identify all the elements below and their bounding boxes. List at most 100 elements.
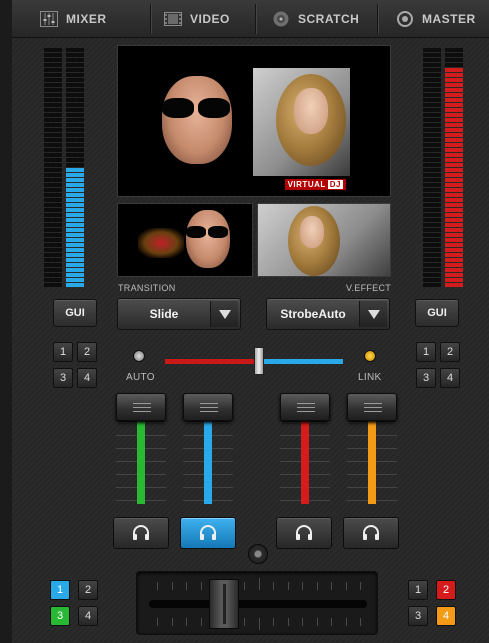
crossfader-tick: [316, 582, 318, 590]
tab-scratch[interactable]: SCRATCH: [272, 6, 359, 32]
bottom-deck-left-4[interactable]: 4: [78, 606, 98, 626]
headphone-cue-button-2[interactable]: [180, 517, 236, 549]
crossfader-handle[interactable]: [209, 579, 239, 629]
headphone-cue-button-4[interactable]: [343, 517, 399, 549]
vu-segment: [445, 193, 463, 197]
tab-master-label: MASTER: [422, 12, 476, 26]
fader-grip-line: [297, 407, 315, 408]
vu-segment: [423, 268, 441, 272]
deck-select-left-4[interactable]: 4: [77, 368, 97, 388]
fader-grip-line: [364, 403, 382, 404]
vu-segment: [44, 148, 62, 152]
deck-select-right-3[interactable]: 3: [416, 368, 436, 388]
vu-segment: [445, 158, 463, 162]
tab-divider: [377, 4, 378, 34]
vu-segment: [423, 198, 441, 202]
vu-segment: [44, 118, 62, 122]
film-icon: [164, 12, 182, 26]
deck-video-right-face: [300, 216, 324, 248]
video-crossfader-right: [259, 359, 343, 364]
vu-segment: [44, 53, 62, 57]
vu-segment: [445, 278, 463, 282]
bottom-deck-left-2[interactable]: 2: [78, 580, 98, 600]
gui-button-right[interactable]: GUI: [415, 299, 459, 327]
auto-led[interactable]: [133, 350, 145, 362]
vu-segment: [445, 143, 463, 147]
bottom-deck-right-2[interactable]: 2: [436, 580, 456, 600]
deck-select-right-1[interactable]: 1: [416, 342, 436, 362]
vu-segment: [423, 183, 441, 187]
vu-segment: [423, 193, 441, 197]
tab-master[interactable]: MASTER: [396, 6, 476, 32]
video-sunglasses-left: [162, 98, 194, 118]
vu-segment: [445, 153, 463, 157]
bottom-deck-right-3[interactable]: 3: [408, 606, 428, 626]
vu-segment: [44, 58, 62, 62]
channel-fader-2[interactable]: [183, 393, 233, 421]
vu-segment: [445, 223, 463, 227]
bottom-deck-left-3[interactable]: 3: [50, 606, 70, 626]
bottom-deck-right-4[interactable]: 4: [436, 606, 456, 626]
vu-segment: [445, 83, 463, 87]
bottom-deck-right-1[interactable]: 1: [408, 580, 428, 600]
vinyl-icon: [273, 11, 289, 27]
crossfader-tick: [287, 618, 289, 626]
bottom-deck-left-1[interactable]: 1: [50, 580, 70, 600]
vu-meter-left: [44, 48, 84, 288]
tab-mixer[interactable]: MIXER: [40, 6, 107, 32]
deck-select-left-1[interactable]: 1: [53, 342, 73, 362]
vu-segment: [44, 93, 62, 97]
vu-segment: [66, 208, 84, 212]
video-effect-label: V.EFFECT: [346, 283, 392, 293]
vu-segment: [423, 283, 441, 287]
center-knob[interactable]: [248, 544, 268, 564]
channel-fader-3[interactable]: [280, 393, 330, 421]
vu-segment: [445, 73, 463, 77]
deck-select-right-4[interactable]: 4: [440, 368, 460, 388]
transition-dropdown[interactable]: Slide: [117, 298, 241, 330]
fader-grip-line: [200, 411, 218, 412]
vu-segment: [44, 68, 62, 72]
video-effect-dropdown[interactable]: StrobeAuto: [266, 298, 390, 330]
headphone-cue-button-1[interactable]: [113, 517, 169, 549]
crossfader-tick: [186, 618, 187, 626]
link-label: LINK: [358, 372, 382, 383]
vu-segment: [66, 138, 84, 142]
deck-select-left-2[interactable]: 2: [77, 342, 97, 362]
vu-segment: [44, 238, 62, 242]
vu-segment: [66, 148, 84, 152]
vu-segment: [445, 68, 463, 72]
link-led[interactable]: [364, 350, 376, 362]
gui-button-left[interactable]: GUI: [53, 299, 97, 327]
channel-fader-4[interactable]: [347, 393, 397, 421]
headphone-cue-button-3[interactable]: [276, 517, 332, 549]
vu-segment: [423, 143, 441, 147]
vu-segment: [44, 218, 62, 222]
vu-segment: [423, 263, 441, 267]
vu-segment: [445, 53, 463, 57]
vu-segment: [445, 168, 463, 172]
vu-segment: [44, 253, 62, 257]
video-crossfader-handle[interactable]: [254, 347, 264, 375]
channel-fader-1[interactable]: [116, 393, 166, 421]
vu-segment: [423, 208, 441, 212]
vu-segment: [445, 58, 463, 62]
deck-select-right-2[interactable]: 2: [440, 342, 460, 362]
vu-column: [44, 48, 62, 288]
vu-segment: [423, 93, 441, 97]
tab-video[interactable]: VIDEO: [164, 6, 230, 32]
crossfader-tick: [273, 618, 274, 626]
vu-segment: [44, 48, 62, 52]
vu-segment: [445, 203, 463, 207]
vu-segment: [44, 158, 62, 162]
deck-video-left-graphic: [138, 228, 184, 258]
deck-select-left-3[interactable]: 3: [53, 368, 73, 388]
vu-segment: [44, 233, 62, 237]
auto-label: AUTO: [126, 372, 155, 383]
vu-segment: [423, 98, 441, 102]
vu-segment: [423, 103, 441, 107]
vu-segment: [423, 148, 441, 152]
vu-segment: [66, 78, 84, 82]
logo-text: VIRTUAL: [287, 180, 326, 189]
crossfader-tick: [244, 582, 245, 590]
